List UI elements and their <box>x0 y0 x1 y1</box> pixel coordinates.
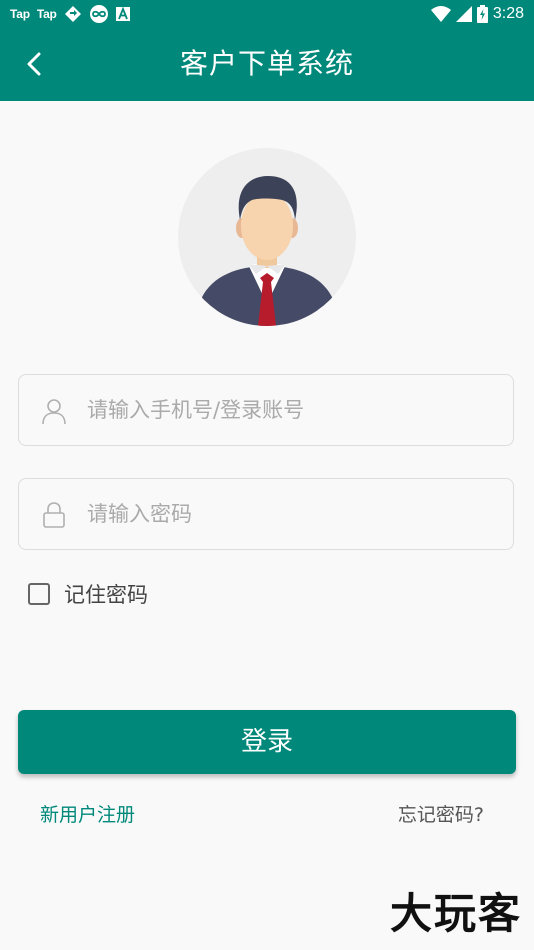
status-notifications: Tap Tap <box>10 5 130 23</box>
password-field[interactable] <box>18 478 514 550</box>
status-bar: Tap Tap 3:28 <box>0 0 534 27</box>
link-icon <box>89 5 108 23</box>
signal-icon <box>455 6 472 22</box>
a-icon <box>115 7 130 21</box>
remember-password-checkbox[interactable] <box>28 583 50 605</box>
businessman-avatar-icon <box>198 176 336 326</box>
app-bar: 客户下单系统 <box>0 27 534 101</box>
sync-icon <box>64 6 81 22</box>
status-system: 3:28 <box>430 4 524 24</box>
password-input[interactable] <box>87 479 497 549</box>
watermark-logo: 大玩客 <box>389 889 522 938</box>
username-input[interactable] <box>87 375 497 445</box>
status-time: 3:28 <box>492 5 524 22</box>
forgot-password-link[interactable]: 忘记密码? <box>398 800 484 827</box>
lock-icon <box>43 502 65 528</box>
login-button[interactable]: 登录 <box>18 710 516 774</box>
remember-password-row[interactable]: 记住密码 <box>28 578 148 610</box>
user-icon <box>42 399 66 425</box>
avatar <box>178 148 356 326</box>
wifi-icon <box>430 6 451 22</box>
tap-app-icon: Tap <box>36 7 57 21</box>
remember-password-label: 记住密码 <box>64 583 148 607</box>
register-link[interactable]: 新用户注册 <box>40 800 135 827</box>
battery-icon <box>476 5 488 23</box>
tap-app-icon: Tap <box>10 7 30 21</box>
username-field[interactable] <box>18 374 514 446</box>
page-title: 客户下单系统 <box>179 47 354 80</box>
